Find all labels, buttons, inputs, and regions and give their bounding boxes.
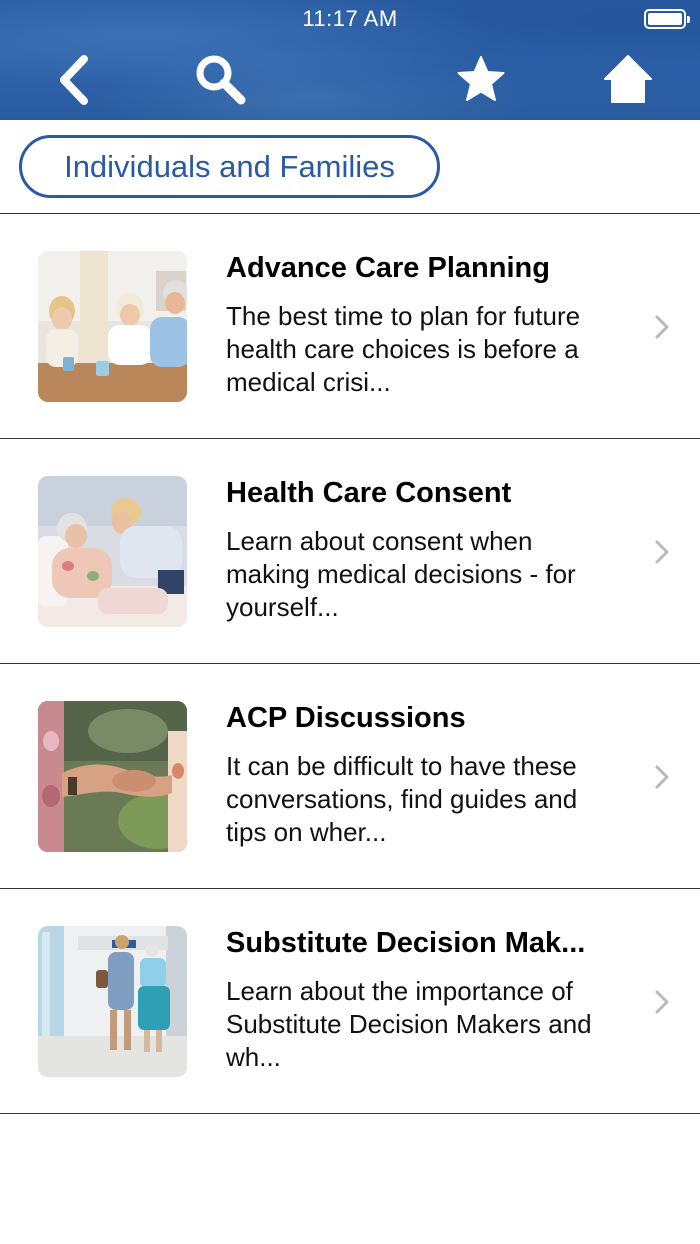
navigation-header: 11:17 AM: [0, 0, 700, 120]
caregiver-hug-photo: [38, 476, 187, 627]
chevron-right-icon: [655, 315, 669, 339]
home-icon: [604, 55, 652, 103]
item-description: Learn about consent when making medical …: [226, 526, 576, 622]
chevron-right-icon: [655, 765, 669, 789]
favorites-button[interactable]: [451, 50, 511, 110]
item-description: Learn about the importance of Substitute…: [226, 976, 592, 1072]
holding-hands-photo: [38, 701, 187, 852]
battery-icon: [644, 9, 690, 29]
list-item-acp-discussions[interactable]: ACP Discussions It can be difficult to h…: [0, 664, 700, 889]
search-icon: [196, 55, 246, 105]
status-time: 11:17 AM: [302, 6, 398, 31]
back-button[interactable]: [44, 50, 104, 110]
family-meeting-photo: [38, 251, 187, 402]
chevron-left-icon: [60, 55, 88, 105]
item-title: Health Care Consent: [226, 477, 512, 509]
star-icon: [457, 56, 505, 101]
chevron-right-icon: [655, 540, 669, 564]
item-description: The best time to plan for future health …: [226, 301, 581, 397]
home-button[interactable]: [598, 50, 658, 110]
category-bar: Individuals and Families: [0, 120, 700, 214]
chevron-right-icon: [655, 990, 669, 1014]
list-item-advance-care-planning[interactable]: Advance Care Planning The best time to p…: [0, 214, 700, 439]
item-title: ACP Discussions: [226, 702, 466, 734]
search-button[interactable]: [190, 50, 250, 110]
topic-list: Advance Care Planning The best time to p…: [0, 214, 700, 1114]
list-item-substitute-decision-makers[interactable]: Substitute Decision Mak... Learn about t…: [0, 889, 700, 1114]
walking-hallway-photo: [38, 926, 187, 1077]
item-description: It can be difficult to have these conver…: [226, 751, 578, 847]
item-title: Substitute Decision Mak...: [226, 927, 586, 959]
list-item-health-care-consent[interactable]: Health Care Consent Learn about consent …: [0, 439, 700, 664]
item-title: Advance Care Planning: [226, 252, 550, 284]
category-pill[interactable]: Individuals and Families: [19, 135, 440, 198]
